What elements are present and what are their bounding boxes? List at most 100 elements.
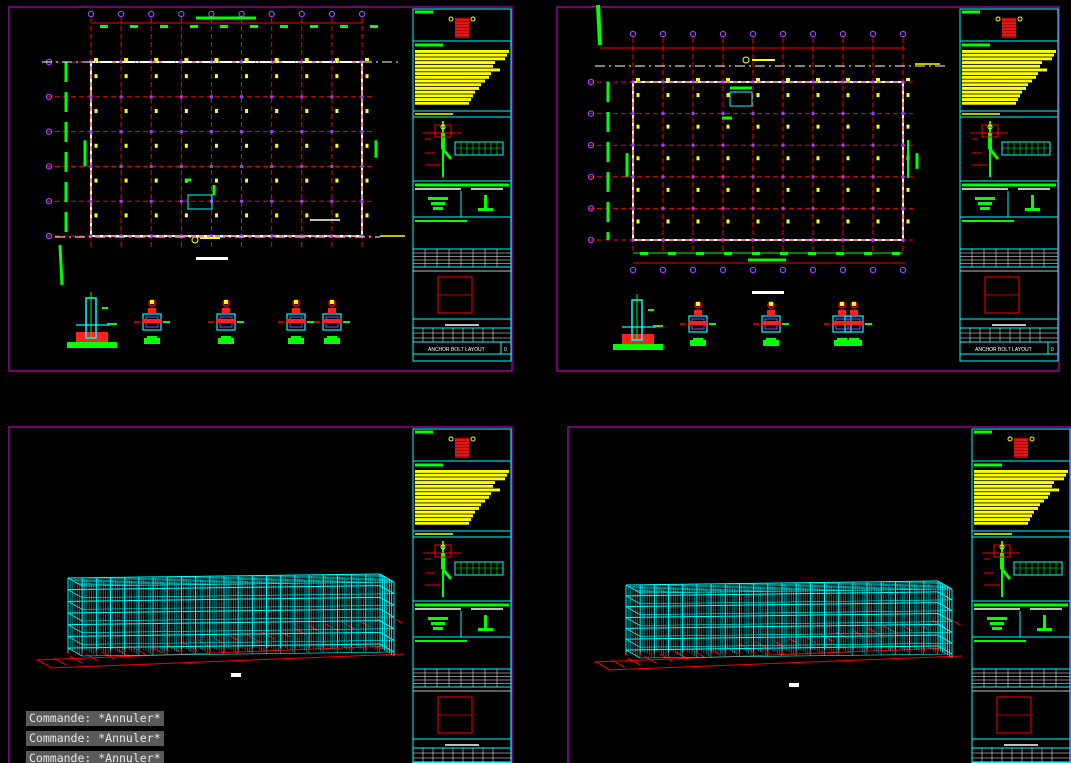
column-base bbox=[809, 650, 812, 653]
key-plan bbox=[423, 121, 504, 177]
column-node bbox=[209, 164, 213, 168]
model-space-canvas[interactable]: ANCHOR BOLT LAYOUT 0 ANCHOR BOLT LAYOUT 0 C… bbox=[0, 0, 1071, 763]
bottom-dimension-tick bbox=[640, 252, 648, 255]
column-base bbox=[236, 648, 240, 652]
anchor-bolt bbox=[184, 143, 188, 148]
north-arrow-icon bbox=[742, 56, 750, 64]
column-node bbox=[89, 95, 93, 99]
column-node bbox=[751, 238, 755, 242]
top-dimension-tick bbox=[220, 25, 228, 28]
column-node bbox=[811, 143, 815, 147]
column-node bbox=[661, 175, 665, 179]
column-node bbox=[631, 206, 635, 210]
notes-line bbox=[415, 72, 491, 76]
notes-line bbox=[962, 94, 1020, 98]
column-node bbox=[781, 143, 785, 147]
notes-line bbox=[962, 87, 1026, 90]
anchor-bolt bbox=[696, 93, 700, 98]
column-node bbox=[751, 206, 755, 210]
anchor-bolt bbox=[214, 178, 218, 183]
column-base bbox=[109, 650, 112, 653]
column-base bbox=[752, 651, 755, 654]
north-arrow-icon bbox=[191, 236, 199, 244]
anchor-bolt bbox=[816, 219, 820, 224]
notes-line bbox=[415, 510, 475, 514]
anchor-bolt bbox=[786, 219, 790, 224]
anchor-bolt bbox=[275, 143, 279, 148]
key-plan bbox=[970, 121, 1051, 177]
top-dimension-tick bbox=[190, 25, 198, 28]
anchor-bolt bbox=[94, 74, 98, 79]
anchor-bolt bbox=[636, 93, 640, 98]
column-node bbox=[270, 164, 274, 168]
column-node bbox=[240, 164, 244, 168]
column-node bbox=[209, 95, 213, 99]
drawing-title: ANCHOR BOLT LAYOUT bbox=[975, 347, 1032, 353]
grid-bubble bbox=[719, 30, 727, 38]
column-node bbox=[751, 175, 755, 179]
base-plate-detail bbox=[67, 292, 117, 348]
column-node bbox=[179, 95, 183, 99]
anchor-bolt bbox=[906, 78, 910, 81]
column-node bbox=[661, 238, 665, 242]
anchor-bolt bbox=[726, 187, 730, 192]
column-node bbox=[811, 175, 815, 179]
column-node bbox=[631, 112, 635, 116]
logo-mark-icon bbox=[1007, 436, 1013, 442]
anchor-bolt bbox=[154, 108, 158, 113]
column-node bbox=[330, 95, 334, 99]
revision-number: 0 bbox=[504, 347, 507, 353]
anchor-bolt bbox=[245, 108, 249, 113]
column-node bbox=[119, 130, 123, 134]
column-base bbox=[880, 649, 883, 652]
notes-line bbox=[415, 499, 485, 503]
notes-line bbox=[974, 481, 1054, 484]
column-node bbox=[901, 206, 905, 210]
column-node bbox=[119, 199, 123, 203]
anchor-bolt bbox=[726, 156, 730, 161]
drawing-area[interactable]: ANCHOR BOLT LAYOUT 0 ANCHOR BOLT LAYOUT 0 bbox=[0, 0, 1071, 763]
column-node bbox=[300, 199, 304, 203]
anchor-bolt-section bbox=[208, 299, 244, 344]
sheet-br bbox=[567, 426, 1071, 763]
anchor-bolt bbox=[334, 58, 339, 61]
anchor-bolt bbox=[726, 124, 730, 129]
notes-line bbox=[974, 473, 1066, 477]
anchor-bolt bbox=[906, 93, 910, 98]
anchor-bolt bbox=[876, 93, 880, 98]
anchor-bolt bbox=[365, 143, 369, 148]
column-node bbox=[781, 206, 785, 210]
stair-opening bbox=[187, 194, 213, 210]
anchor-bolt bbox=[786, 187, 790, 192]
anchor-bolt bbox=[666, 93, 670, 98]
anchor-bolt bbox=[94, 213, 98, 218]
info-table bbox=[412, 747, 512, 763]
anchor-bolt-section bbox=[134, 299, 170, 344]
column-base bbox=[66, 650, 70, 654]
anchor-bolt bbox=[154, 74, 158, 79]
grid-bubble bbox=[749, 266, 757, 274]
notes-line bbox=[962, 61, 1042, 64]
anchor-bolt bbox=[305, 213, 309, 218]
title-block: ANCHOR BOLT LAYOUT 0 bbox=[412, 8, 512, 362]
grid-bubble bbox=[87, 10, 95, 18]
notes-line bbox=[415, 507, 479, 510]
revision-number: 0 bbox=[1051, 347, 1054, 353]
anchor-bolt bbox=[876, 78, 880, 81]
anchor-bolt bbox=[335, 178, 339, 183]
column-node bbox=[841, 80, 845, 84]
anchor-bolt bbox=[365, 74, 369, 79]
column-node bbox=[179, 199, 183, 203]
top-dimension-tick bbox=[250, 25, 258, 28]
logo-mark-icon bbox=[995, 16, 1001, 22]
notes-line bbox=[962, 83, 1028, 87]
column-node bbox=[330, 164, 334, 168]
top-dimension-tick bbox=[310, 25, 318, 28]
key-plan bbox=[423, 541, 504, 597]
notes-line bbox=[415, 481, 495, 484]
column-node bbox=[781, 238, 785, 242]
column-node bbox=[841, 238, 845, 242]
column-node bbox=[360, 199, 364, 203]
command-line-history-2: Commande: *Annuler* bbox=[26, 731, 164, 746]
column-node bbox=[149, 164, 153, 168]
